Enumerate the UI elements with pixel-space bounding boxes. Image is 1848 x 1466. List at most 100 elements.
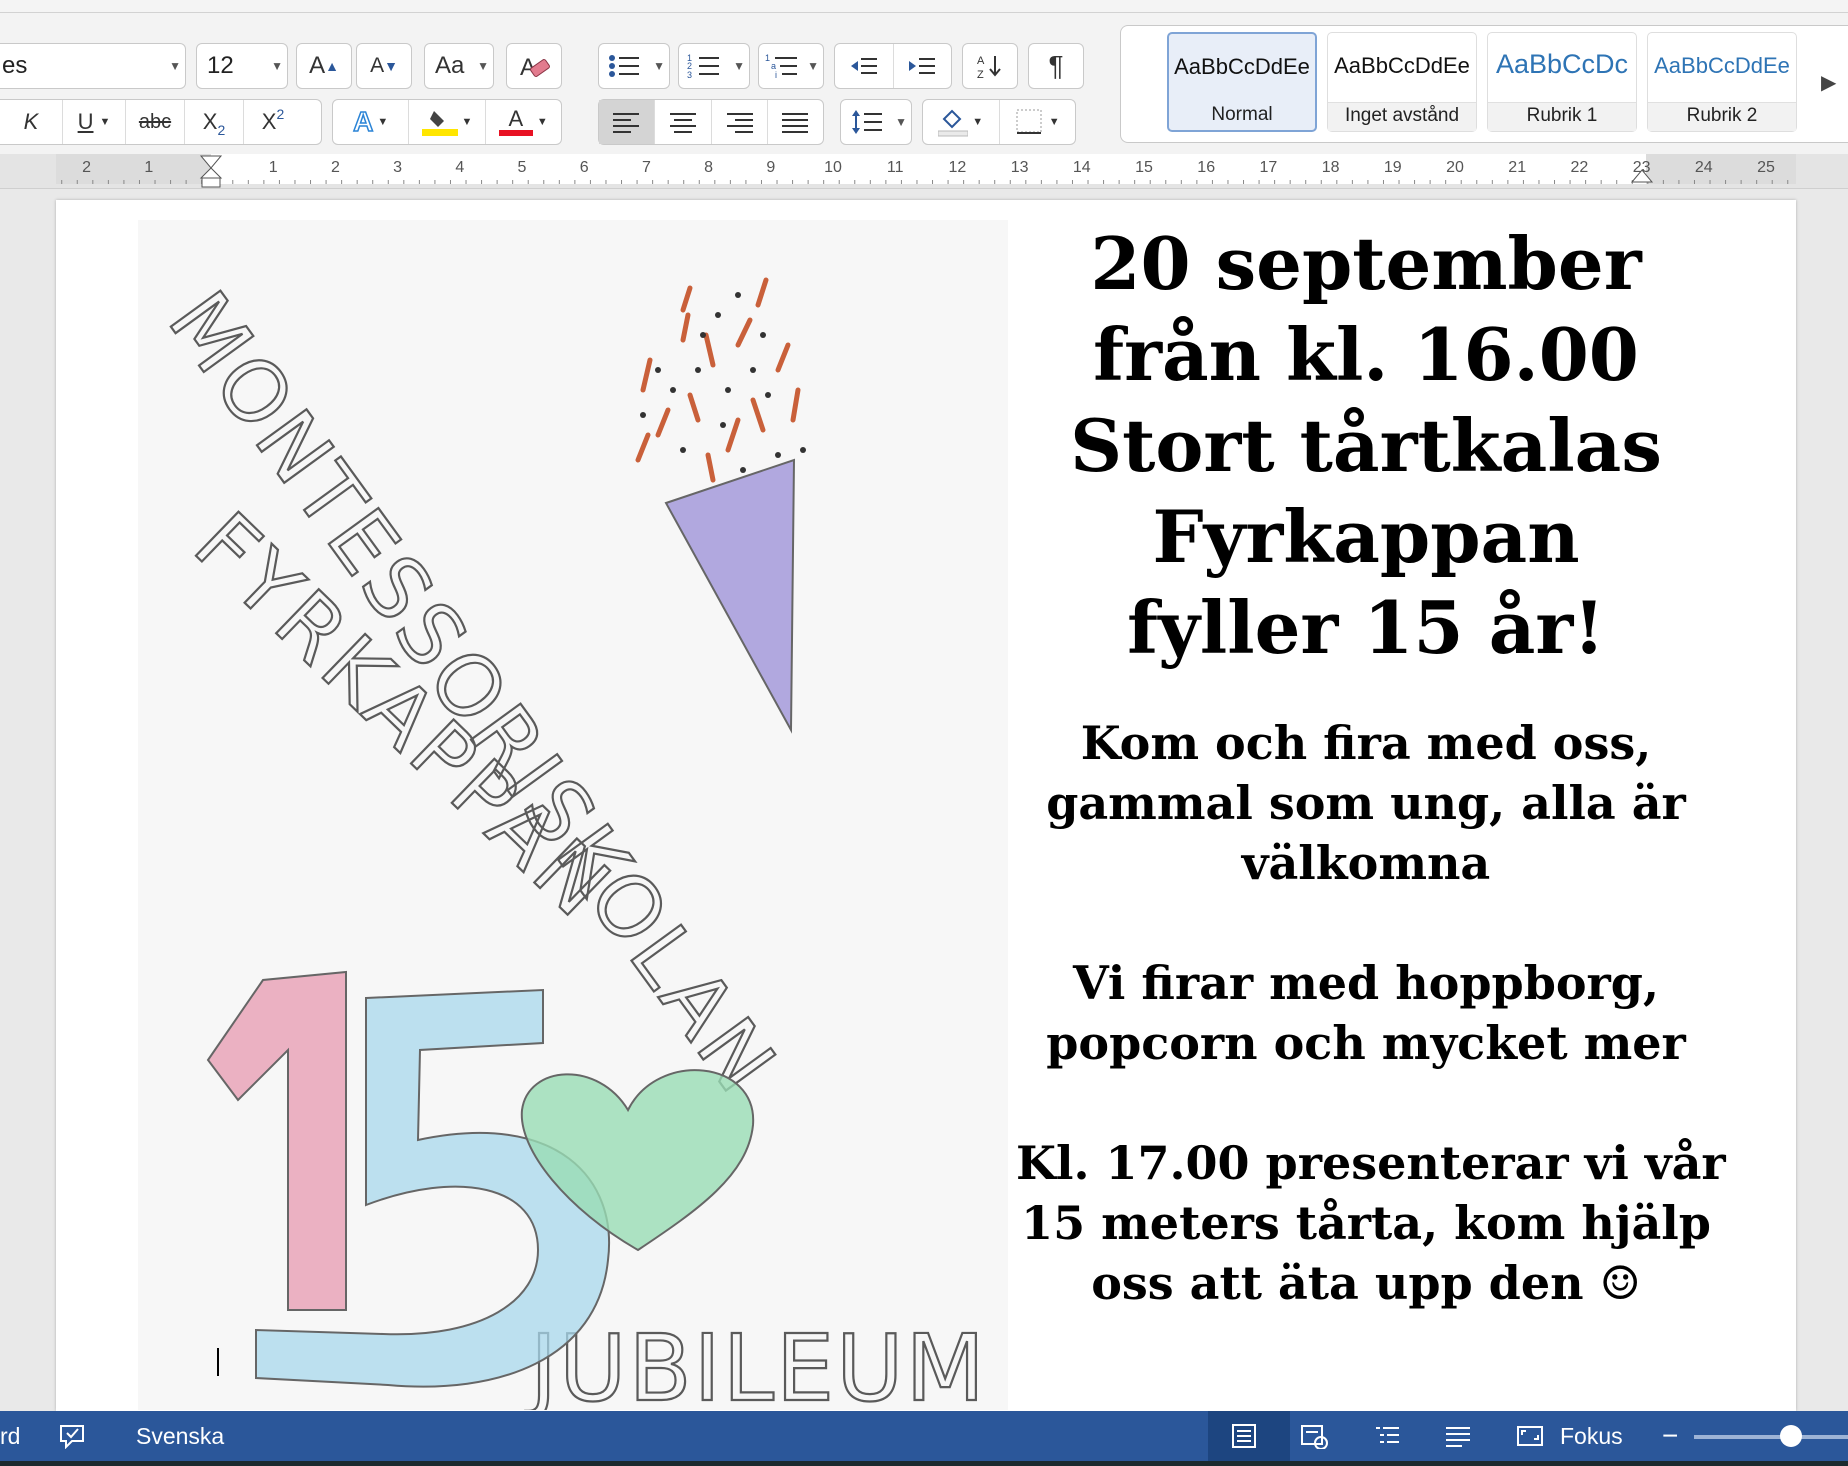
- chevron-down-icon[interactable]: ▼: [462, 116, 473, 128]
- ruler-label: 25: [1757, 159, 1775, 176]
- web-layout-icon[interactable]: [1300, 1423, 1328, 1449]
- right-indent-marker-icon[interactable]: [1630, 166, 1654, 186]
- align-right-button[interactable]: [712, 100, 768, 144]
- chevron-down-icon[interactable]: ▼: [100, 116, 111, 128]
- svg-text:A: A: [977, 55, 985, 67]
- borders-button[interactable]: ▼: [1000, 100, 1076, 144]
- eraser-icon: A: [520, 54, 550, 81]
- focus-button[interactable]: Fokus: [1560, 1411, 1623, 1461]
- align-left-button[interactable]: [599, 100, 656, 144]
- chevron-down-icon[interactable]: ▼: [733, 59, 745, 73]
- ruler-label: 6: [580, 159, 589, 176]
- font-color-button[interactable]: A ▼: [486, 100, 561, 144]
- multilevel-list-button[interactable]: 1ai ▼: [758, 43, 824, 89]
- clear-formatting-button[interactable]: A: [506, 43, 562, 89]
- shrink-font-icon: A: [370, 54, 385, 77]
- zoom-out-button[interactable]: −: [1662, 1411, 1678, 1461]
- chevron-down-icon[interactable]: ▼: [477, 59, 489, 73]
- increase-indent-icon: [909, 58, 936, 74]
- text-effects-button[interactable]: A ▼: [333, 100, 410, 144]
- word-count[interactable]: rd: [0, 1411, 20, 1461]
- arrow-up-icon: ▲: [325, 58, 339, 74]
- decrease-indent-button[interactable]: [835, 44, 894, 88]
- ruler-label: 17: [1260, 159, 1278, 176]
- style-no-spacing[interactable]: AaBbCcDdEe Inget avstånd: [1327, 32, 1477, 132]
- draft-view-icon[interactable]: [1444, 1423, 1472, 1449]
- chevron-down-icon[interactable]: ▼: [972, 116, 983, 128]
- superscript-button[interactable]: X2: [244, 100, 302, 144]
- zoom-slider-knob[interactable]: [1780, 1425, 1802, 1447]
- zoom-slider[interactable]: [1694, 1435, 1848, 1439]
- svg-text:Z: Z: [977, 69, 984, 80]
- grow-font-button[interactable]: A ▲: [296, 43, 352, 89]
- style-heading-1[interactable]: AaBbCcDc Rubrik 1: [1487, 32, 1637, 132]
- focus-icon[interactable]: [1516, 1423, 1544, 1449]
- show-formatting-button[interactable]: ¶: [1028, 43, 1084, 89]
- bullets-button[interactable]: ▼: [598, 43, 670, 89]
- numbering-button[interactable]: 123 ▼: [678, 43, 750, 89]
- outline-view-icon[interactable]: [1374, 1423, 1402, 1449]
- chevron-down-icon[interactable]: ▼: [169, 59, 181, 73]
- line-spacing-button[interactable]: ▼: [840, 99, 912, 145]
- style-name: Rubrik 2: [1686, 105, 1758, 126]
- style-heading-2[interactable]: AaBbCcDdEe Rubrik 2: [1647, 32, 1797, 132]
- chevron-down-icon[interactable]: ▼: [895, 115, 907, 129]
- chevron-down-icon[interactable]: ▼: [377, 116, 388, 128]
- increase-indent-button[interactable]: [894, 44, 952, 88]
- italic-icon: K: [23, 109, 39, 134]
- svg-text:3: 3: [687, 70, 692, 80]
- font-size-box[interactable]: 12 ▼: [196, 43, 288, 89]
- document-page[interactable]: MONTESSORISKOLAN FYRKAPPAN JUBILEUM 20 s…: [56, 200, 1796, 1411]
- strikethrough-button[interactable]: abc: [126, 100, 185, 144]
- chevron-right-icon[interactable]: ▶: [1821, 70, 1836, 95]
- chevron-down-icon[interactable]: ▼: [807, 59, 819, 73]
- align-center-button[interactable]: [655, 100, 712, 144]
- poster-drawing: MONTESSORISKOLAN FYRKAPPAN JUBILEUM: [138, 220, 1008, 1410]
- chevron-down-icon[interactable]: ▼: [537, 116, 548, 128]
- title-bar-remnant: [0, 0, 1848, 13]
- subscript-button[interactable]: X2: [185, 100, 244, 144]
- ruler-label: 12: [949, 159, 967, 176]
- highlighter-icon: [421, 111, 458, 136]
- drawing-title-school: MONTESSORISKOLAN: [150, 274, 796, 1112]
- style-normal[interactable]: AaBbCcDdEe Normal: [1167, 32, 1317, 132]
- ruler-label: 18: [1322, 159, 1340, 176]
- ribbon-home: es ▼ 12 ▼ A ▲ A ▼ Aa ▼ A ▼ 123 ▼ 1ai ▼ AZ …: [0, 13, 1848, 155]
- character-format-group: K U ▼ abc X2 X2: [0, 99, 322, 145]
- font-name-box[interactable]: es ▼: [0, 43, 186, 89]
- paragraph-invite-line: Kom och fira med oss,: [1080, 716, 1652, 770]
- highlight-button[interactable]: ▼: [409, 100, 486, 144]
- change-case-button[interactable]: Aa ▼: [424, 43, 494, 89]
- line-spacing-icon: [852, 110, 882, 134]
- justify-button[interactable]: [768, 100, 823, 144]
- justify-icon: [782, 113, 809, 133]
- italic-button[interactable]: K: [0, 100, 63, 144]
- ruler-label: 24: [1695, 159, 1713, 176]
- horizontal-ruler[interactable]: 2 1 1 2 3 4 5 6 7 8 9 10 11 12 13 14 15 16 17 18 19 20 21 22 23 2…: [0, 154, 1848, 189]
- bullet-list-icon: [609, 55, 639, 77]
- desktop-edge: [0, 1461, 1848, 1466]
- chevron-down-icon[interactable]: ▼: [1049, 116, 1060, 128]
- shrink-font-button[interactable]: A ▼: [356, 43, 412, 89]
- ruler-label: 19: [1384, 159, 1402, 176]
- language-label: Svenska: [136, 1422, 225, 1449]
- superscript-digit: 2: [276, 106, 285, 122]
- ruler-label: 1: [269, 159, 278, 176]
- language-indicator[interactable]: Svenska: [136, 1411, 224, 1461]
- sort-button[interactable]: AZ: [962, 43, 1018, 89]
- color-group: A ▼ ▼ A ▼: [332, 99, 562, 145]
- proofing-icon[interactable]: [58, 1423, 86, 1449]
- style-name: Inget avstånd: [1344, 105, 1460, 126]
- shading-button[interactable]: ▼: [923, 100, 1000, 144]
- text-effects-icon: A: [352, 105, 374, 138]
- indent-marker-icon[interactable]: [199, 154, 223, 188]
- print-layout-icon[interactable]: [1230, 1423, 1258, 1449]
- headline-school: Fyrkappan: [1152, 494, 1580, 579]
- ruler-ticks: 2 1 1 2 3 4 5 6 7 8 9 10 11 12 13 14 15 16 17 18 19 20 21 22 23 2…: [61, 159, 1789, 184]
- chevron-down-icon[interactable]: ▼: [271, 59, 283, 73]
- chevron-down-icon[interactable]: ▼: [653, 59, 665, 73]
- ruler-label: 1: [144, 159, 153, 176]
- underline-button[interactable]: U ▼: [63, 100, 126, 144]
- style-name: Normal: [1211, 104, 1273, 125]
